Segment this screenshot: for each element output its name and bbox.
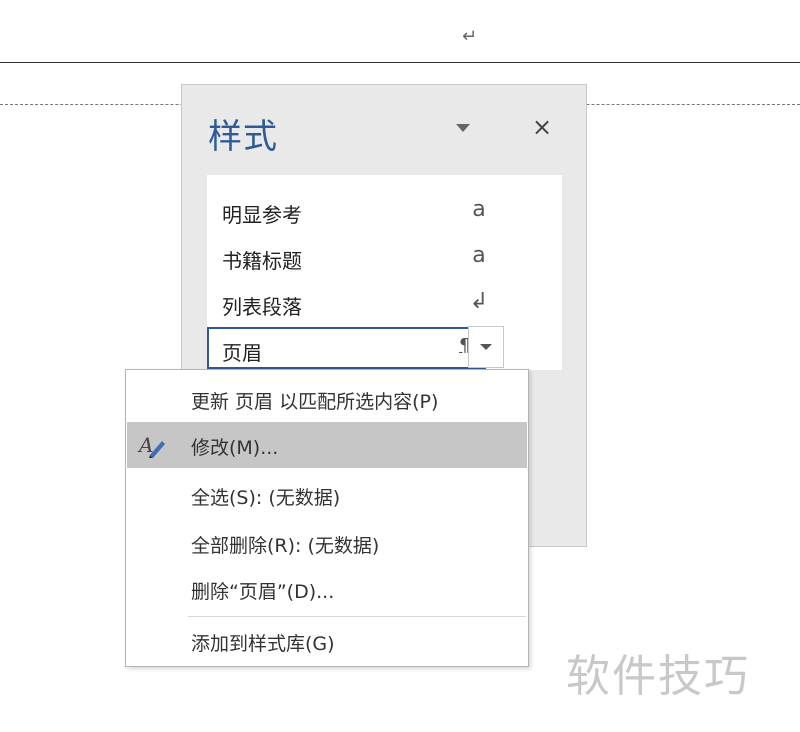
style-item-intense-reference[interactable]: 明显参考 a [207,187,562,233]
style-item-dropdown-button[interactable] [468,326,504,368]
style-item-label: 页眉 [222,341,262,365]
close-icon[interactable]: × [530,115,554,139]
menu-divider [188,616,526,617]
menu-item-delete-style[interactable]: 删除“页眉”(D)... [127,566,527,612]
style-item-book-title[interactable]: 书籍标题 a [207,233,562,279]
menu-item-label: 添加到样式库(G) [191,633,335,655]
character-style-icon: a [472,243,486,268]
menu-item-remove-all[interactable]: 全部删除(R): (无数据) [127,520,527,566]
style-item-label: 明显参考 [222,203,302,227]
menu-item-label: 全部删除(R): (无数据) [191,535,380,557]
watermark-text: 软件技巧 [566,651,750,702]
chevron-down-icon [456,124,470,132]
styles-pane-title: 样式 [208,117,278,157]
style-item-label: 书籍标题 [222,249,302,273]
header-border-line [0,62,800,63]
style-item-list-paragraph[interactable]: 列表段落 ↲ [207,279,562,325]
paragraph-mark: ↵ [462,26,478,47]
pane-options-dropdown[interactable] [452,119,474,137]
menu-item-label: 删除“页眉”(D)... [191,581,335,603]
menu-item-update-to-match[interactable]: 更新 页眉 以匹配所选内容(P) [127,376,527,422]
style-list: 明显参考 a 书籍标题 a 列表段落 ↲ 页眉 ¶a [207,175,562,370]
menu-item-label: 修改(M)... [191,437,279,459]
menu-item-add-to-gallery[interactable]: 添加到样式库(G) [127,618,527,664]
pen-edit-icon: A [137,433,165,458]
style-item-header[interactable]: 页眉 ¶a [207,327,486,369]
menu-item-label: 全选(S): (无数据) [191,487,341,509]
menu-item-modify[interactable]: A 修改(M)... [127,422,527,468]
character-style-icon: a [472,197,486,222]
style-context-menu: 更新 页眉 以匹配所选内容(P) A 修改(M)... 全选(S): (无数据)… [125,369,529,667]
menu-item-label: 更新 页眉 以匹配所选内容(P) [191,391,439,413]
paragraph-style-icon: ↲ [469,289,489,314]
menu-item-select-all[interactable]: 全选(S): (无数据) [127,472,527,518]
svg-text:A: A [137,433,153,457]
style-item-label: 列表段落 [222,295,302,319]
chevron-down-icon [480,344,492,350]
